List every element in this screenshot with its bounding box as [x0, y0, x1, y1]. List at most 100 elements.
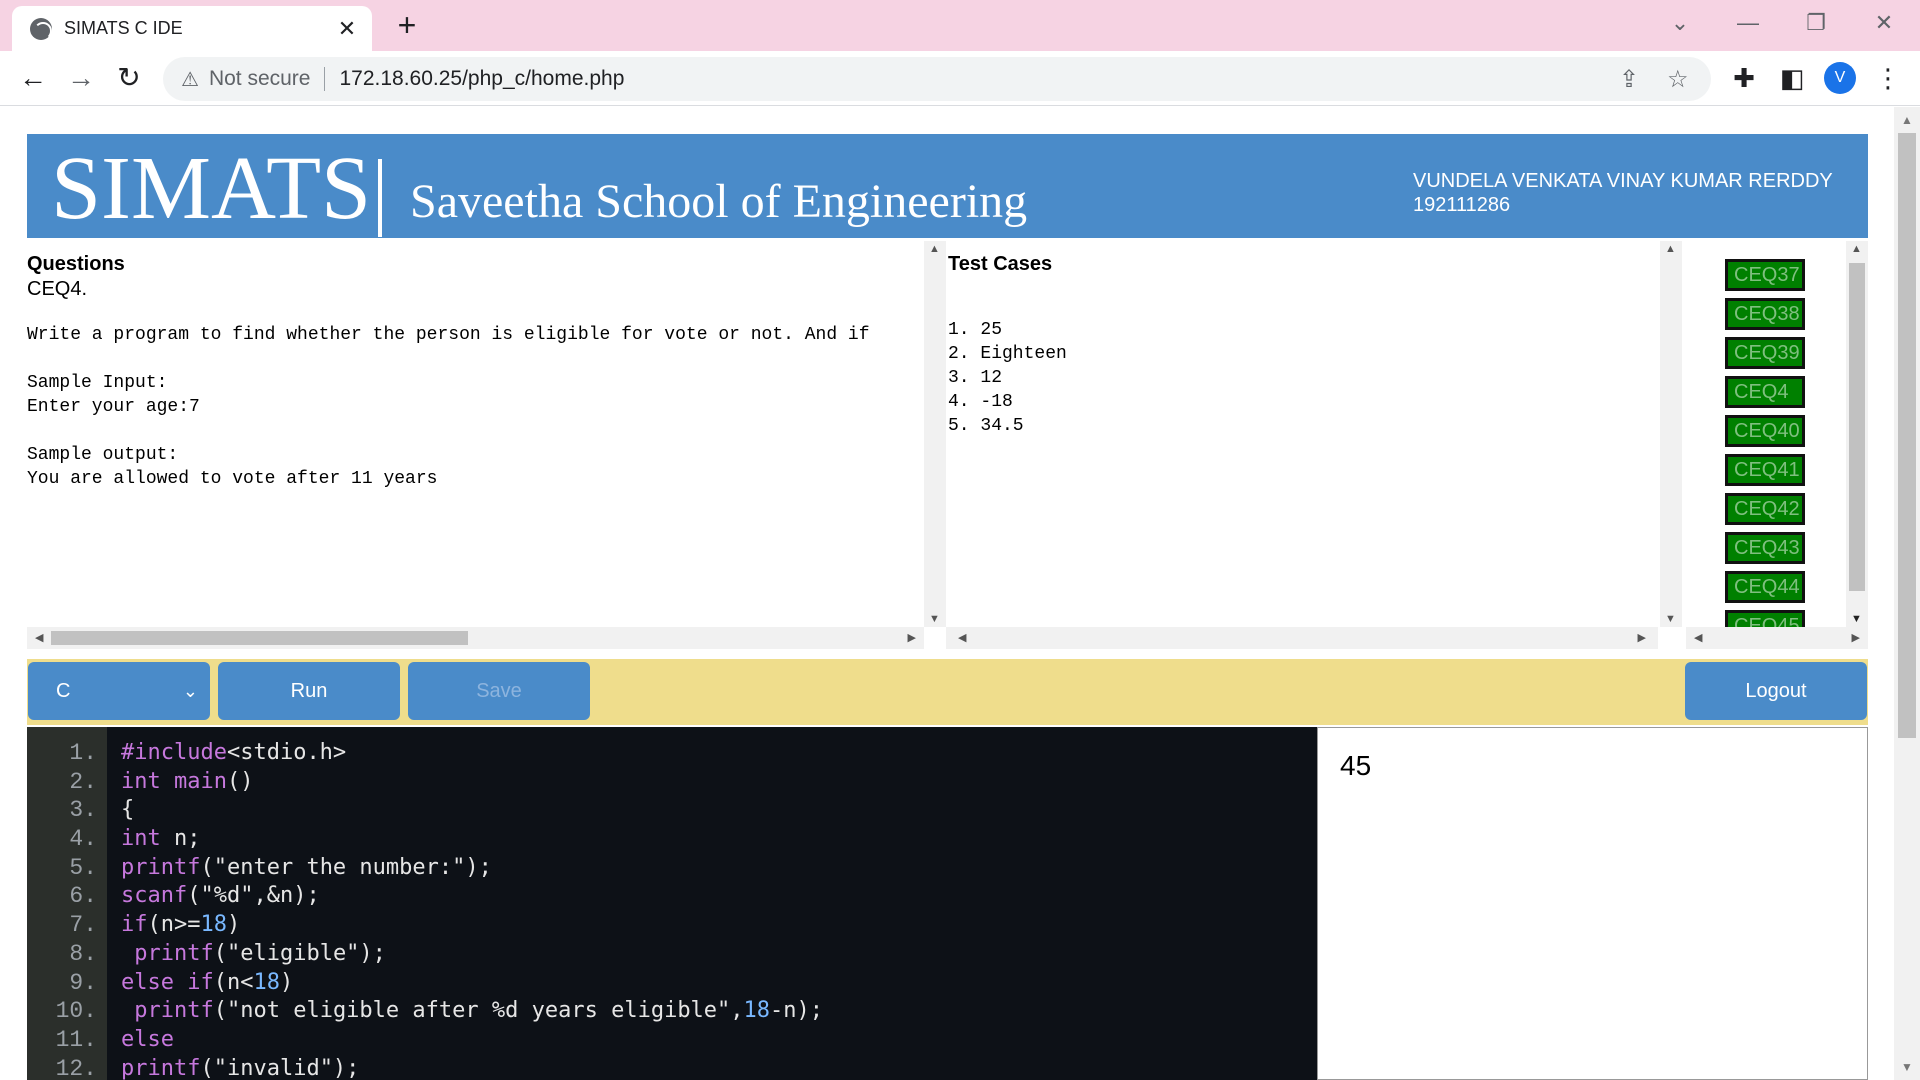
line-number: 7.	[69, 912, 97, 939]
scroll-up-icon[interactable]: ▲	[1665, 243, 1676, 255]
run-button[interactable]: Run	[218, 662, 400, 720]
minimize-icon[interactable]: —	[1728, 8, 1768, 38]
scroll-right-icon[interactable]: ▶	[1638, 627, 1646, 649]
address-bar[interactable]: ⚠ Not secure 172.18.60.25/php_c/home.php…	[163, 57, 1711, 101]
scroll-left-icon[interactable]: ◀	[35, 627, 43, 649]
test-cases-heading: Test Cases	[948, 253, 1053, 275]
question-link[interactable]: CEQ43	[1725, 532, 1805, 564]
globe-icon	[30, 17, 52, 40]
question-list-scroll-thumb[interactable]	[1849, 263, 1865, 591]
user-name: VUNDELA VENKATA VINAY KUMAR RERDDY	[1413, 170, 1833, 192]
logout-button[interactable]: Logout	[1685, 662, 1867, 720]
page: SIMATS Saveetha School of Engineering VU…	[0, 107, 1920, 1080]
question-link[interactable]: CEQ40	[1725, 415, 1805, 447]
code-line: else if(n<18)	[121, 969, 294, 995]
chevron-down-icon: ⌄	[182, 681, 198, 701]
scroll-down-icon[interactable]: ▼	[1851, 613, 1862, 625]
tab-search-icon[interactable]: ⌄	[1660, 8, 1700, 38]
page-scroll-thumb[interactable]	[1898, 133, 1916, 738]
question-code: CEQ4.	[27, 278, 88, 300]
output-panel[interactable]: 45	[1317, 727, 1868, 1080]
question-hscroll-thumb[interactable]	[51, 631, 468, 645]
scroll-down-icon[interactable]: ▼	[929, 613, 940, 625]
new-tab-button[interactable]: +	[392, 9, 422, 41]
code-line: scanf("%d",&n);	[121, 883, 320, 909]
header-banner: SIMATS Saveetha School of Engineering VU…	[27, 134, 1868, 238]
code-line: int main()	[121, 768, 254, 794]
restore-icon[interactable]: ❐	[1796, 8, 1836, 38]
simats-logo: SIMATS	[51, 139, 372, 238]
not-secure-label: Not secure	[208, 67, 311, 90]
url-text[interactable]: 172.18.60.25/php_c/home.php	[339, 67, 624, 91]
question-panel[interactable]: Questions CEQ4. Write a program to find …	[27, 241, 924, 649]
profile-avatar[interactable]: V	[1824, 62, 1856, 94]
question-vscrollbar[interactable]: ▲ ▼	[924, 241, 946, 627]
output-value: 45	[1340, 750, 1372, 781]
tab-title: SIMATS C IDE	[64, 18, 183, 38]
question-link[interactable]: CEQ39	[1725, 337, 1805, 369]
scroll-up-icon[interactable]: ▲	[1894, 113, 1920, 127]
language-value: C	[56, 680, 71, 702]
address-divider	[324, 67, 326, 91]
line-number: 9.	[69, 969, 97, 996]
close-window-icon[interactable]: ✕	[1864, 8, 1904, 38]
test-cases-vscrollbar[interactable]: ▲ ▼	[1660, 241, 1682, 627]
extensions-icon[interactable]: ✚	[1728, 63, 1760, 94]
control-bar: C ⌄ Run Save Logout	[27, 659, 1868, 725]
tab-strip: SIMATS C IDE ✕ + ⌄ — ❐ ✕	[0, 0, 1920, 51]
scroll-left-icon[interactable]: ◀	[1694, 627, 1702, 649]
scroll-down-icon[interactable]: ▼	[1894, 1060, 1920, 1074]
scroll-left-icon[interactable]: ◀	[958, 627, 966, 649]
code-line: int n;	[121, 826, 201, 852]
question-link[interactable]: CEQ45	[1725, 610, 1805, 627]
browser-tab[interactable]: SIMATS C IDE ✕	[12, 6, 372, 51]
line-number: 12.	[55, 1055, 97, 1080]
reload-icon[interactable]: ↻	[110, 59, 148, 97]
question-link[interactable]: CEQ37	[1725, 259, 1805, 291]
save-button[interactable]: Save	[408, 662, 590, 720]
menu-icon[interactable]: ⋮	[1872, 63, 1904, 94]
question-link[interactable]: CEQ4	[1725, 376, 1805, 408]
line-number: 6.	[69, 883, 97, 910]
test-cases-hscrollbar[interactable]: ◀ ▶	[946, 627, 1658, 649]
scroll-down-icon[interactable]: ▼	[1665, 613, 1676, 625]
code-line: else	[121, 1026, 174, 1052]
back-icon[interactable]: ←	[14, 59, 52, 97]
language-select[interactable]: C ⌄	[28, 662, 210, 720]
scroll-right-icon[interactable]: ▶	[1852, 627, 1860, 649]
line-number: 4.	[69, 826, 97, 853]
line-number: 1.	[69, 740, 97, 766]
school-name: Saveetha School of Engineering	[410, 175, 1028, 228]
code-text[interactable]: #include<stdio.h> int main() { int n; pr…	[121, 739, 823, 1080]
question-list-vscrollbar[interactable]: ▲ ▼	[1846, 241, 1868, 627]
scroll-up-icon[interactable]: ▲	[1851, 243, 1862, 255]
question-hscrollbar[interactable]: ◀ ▶	[27, 627, 924, 649]
tab-close-icon[interactable]: ✕	[336, 16, 358, 42]
question-list-hscrollbar[interactable]: ◀ ▶	[1686, 627, 1868, 649]
question-link[interactable]: CEQ42	[1725, 493, 1805, 525]
side-panel-icon[interactable]: ◧	[1776, 63, 1808, 94]
question-link[interactable]: CEQ44	[1725, 571, 1805, 603]
forward-icon[interactable]: →	[62, 59, 100, 97]
line-number: 5.	[69, 854, 97, 881]
code-editor[interactable]: 1. 2. 3. 4. 5. 6. 7. 8. 9. 10. 11. 12. #include<std…	[27, 727, 1317, 1080]
code-line: printf("enter the number:");	[121, 854, 492, 880]
test-cases-panel[interactable]: Test Cases 1. 25 2. Eighteen 3. 12 4. -1…	[948, 241, 1658, 627]
line-number: 10.	[55, 998, 97, 1025]
logo-divider	[378, 159, 382, 237]
question-link[interactable]: CEQ38	[1725, 298, 1805, 330]
test-cases-text: 1. 25 2. Eighteen 3. 12 4. -18 5. 34.5	[948, 320, 1067, 436]
code-line: if(n>=18)	[121, 912, 241, 938]
page-vscrollbar[interactable]: ▲ ▼	[1894, 107, 1920, 1080]
question-link[interactable]: CEQ41	[1725, 454, 1805, 486]
share-icon[interactable]: ⇪	[1619, 65, 1639, 94]
code-line: printf("invalid");	[121, 1055, 360, 1080]
scroll-up-icon[interactable]: ▲	[929, 243, 940, 255]
warning-icon: ⚠	[181, 68, 199, 91]
user-info: VUNDELA VENKATA VINAY KUMAR RERDDY 19211…	[1413, 169, 1833, 217]
line-number: 3.	[69, 797, 97, 824]
question-text: Write a program to find whether the pers…	[27, 325, 870, 489]
scroll-right-icon[interactable]: ▶	[908, 627, 916, 649]
line-number: 11.	[55, 1026, 97, 1053]
star-icon[interactable]: ☆	[1667, 65, 1689, 94]
